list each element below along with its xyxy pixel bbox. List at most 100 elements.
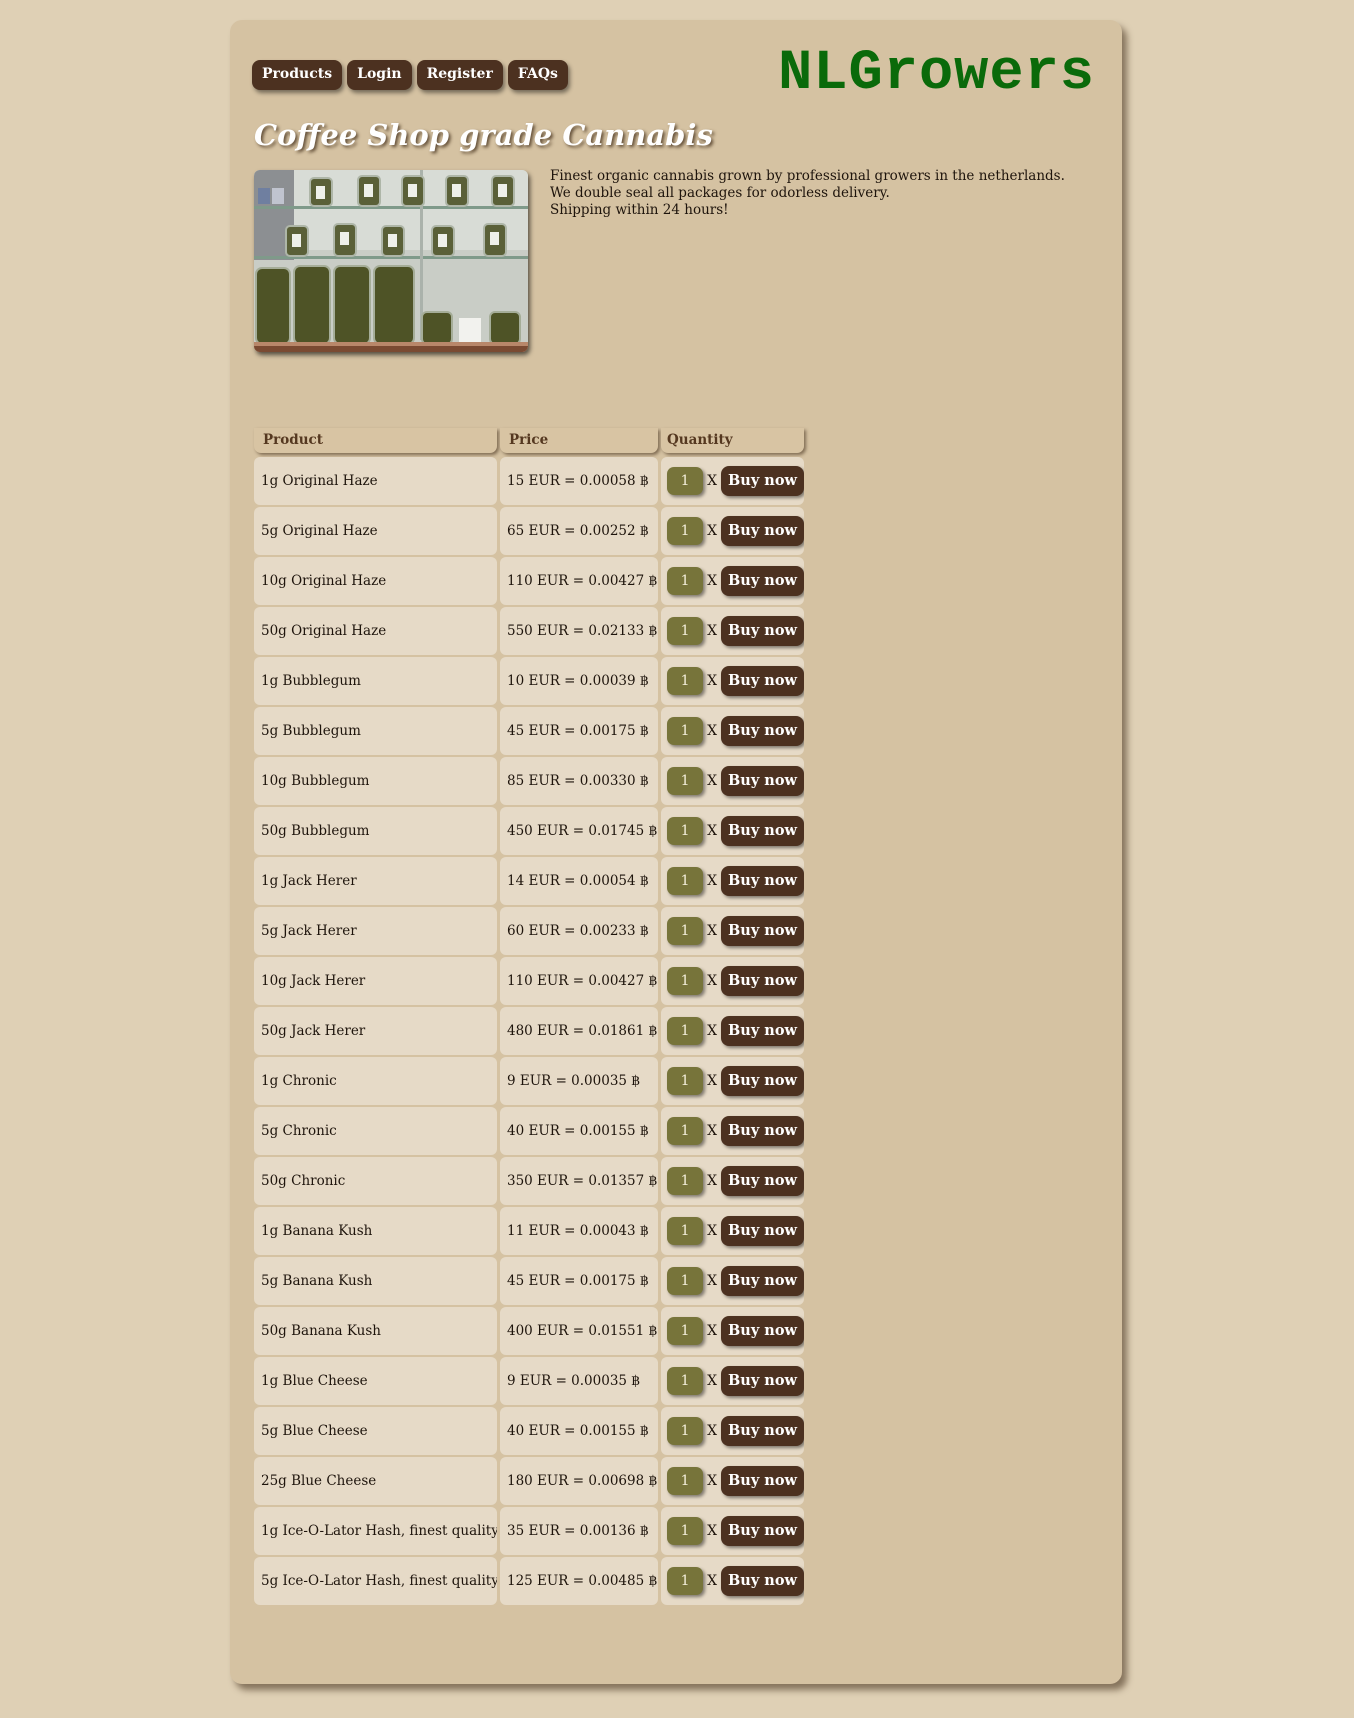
multiply-sign: X — [707, 923, 718, 939]
quantity-input[interactable]: 1 — [667, 867, 704, 895]
product-name: 50g Jack Herer — [254, 1007, 497, 1055]
buy-now-button[interactable]: Buy now — [721, 766, 804, 796]
product-name: 5g Ice-O-Lator Hash, finest quality — [254, 1557, 497, 1605]
product-price: 15 EUR = 0.00058 ฿ — [500, 457, 658, 505]
multiply-sign: X — [707, 873, 718, 889]
buy-now-button[interactable]: Buy now — [721, 1516, 804, 1546]
buy-now-button[interactable]: Buy now — [721, 916, 804, 946]
multiply-sign: X — [707, 1223, 718, 1239]
table-row: 1g Blue Cheese 9 EUR = 0.00035 ฿ 1 X Buy now — [254, 1357, 804, 1405]
buy-now-button[interactable]: Buy now — [721, 1366, 804, 1396]
table-body: 1g Original Haze 15 EUR = 0.00058 ฿ 1 X Buy … — [254, 457, 804, 1605]
product-name: 5g Bubblegum — [254, 707, 497, 755]
quantity-cell: 1 X Buy now — [661, 957, 804, 1005]
quantity-input[interactable]: 1 — [667, 917, 704, 945]
multiply-sign: X — [707, 1473, 718, 1489]
product-name: 1g Banana Kush — [254, 1207, 497, 1255]
product-name: 1g Original Haze — [254, 457, 497, 505]
product-name: 50g Banana Kush — [254, 1307, 497, 1355]
quantity-input[interactable]: 1 — [667, 667, 704, 695]
buy-now-button[interactable]: Buy now — [721, 1116, 804, 1146]
product-price: 125 EUR = 0.00485 ฿ — [500, 1557, 658, 1605]
product-price: 9 EUR = 0.00035 ฿ — [500, 1357, 658, 1405]
quantity-input[interactable]: 1 — [667, 1017, 704, 1045]
buy-now-button[interactable]: Buy now — [721, 716, 804, 746]
quantity-input[interactable]: 1 — [667, 567, 704, 595]
buy-now-button[interactable]: Buy now — [721, 1166, 804, 1196]
table-row: 10g Bubblegum 85 EUR = 0.00330 ฿ 1 X Buy now — [254, 757, 804, 805]
quantity-cell: 1 X Buy now — [661, 1207, 804, 1255]
buy-now-button[interactable]: Buy now — [721, 1416, 804, 1446]
quantity-input[interactable]: 1 — [667, 517, 704, 545]
buy-now-button[interactable]: Buy now — [721, 616, 804, 646]
nav-register-button[interactable]: Register — [416, 60, 503, 90]
buy-now-button[interactable]: Buy now — [721, 816, 804, 846]
quantity-input[interactable]: 1 — [667, 1117, 704, 1145]
multiply-sign: X — [707, 1523, 718, 1539]
product-price: 110 EUR = 0.00427 ฿ — [500, 957, 658, 1005]
quantity-input[interactable]: 1 — [667, 817, 704, 845]
buy-now-button[interactable]: Buy now — [721, 1466, 804, 1496]
top-nav: Products Login Register FAQs — [252, 60, 568, 90]
buy-now-button[interactable]: Buy now — [721, 866, 804, 896]
nav-login-button[interactable]: Login — [347, 60, 412, 90]
buy-now-button[interactable]: Buy now — [721, 1566, 804, 1596]
nav-products-button[interactable]: Products — [252, 60, 343, 90]
table-row: 50g Chronic 350 EUR = 0.01357 ฿ 1 X Buy now — [254, 1157, 804, 1205]
product-price: 480 EUR = 0.01861 ฿ — [500, 1007, 658, 1055]
buy-now-button[interactable]: Buy now — [721, 516, 804, 546]
buy-now-button[interactable]: Buy now — [721, 1316, 804, 1346]
table-row: 1g Jack Herer 14 EUR = 0.00054 ฿ 1 X Buy now — [254, 857, 804, 905]
buy-now-button[interactable]: Buy now — [721, 966, 804, 996]
quantity-input[interactable]: 1 — [667, 1167, 704, 1195]
buy-now-button[interactable]: Buy now — [721, 1016, 804, 1046]
quantity-cell: 1 X Buy now — [661, 857, 804, 905]
multiply-sign: X — [707, 1023, 718, 1039]
jars-shelf-image — [254, 170, 528, 352]
quantity-input[interactable]: 1 — [667, 1217, 704, 1245]
buy-now-button[interactable]: Buy now — [721, 1216, 804, 1246]
table-row: 1g Ice-O-Lator Hash, finest quality 35 EU… — [254, 1507, 804, 1555]
quantity-input[interactable]: 1 — [667, 1417, 704, 1445]
buy-now-button[interactable]: Buy now — [721, 1066, 804, 1096]
multiply-sign: X — [707, 623, 718, 639]
quantity-input[interactable]: 1 — [667, 467, 704, 495]
quantity-input[interactable]: 1 — [667, 1367, 704, 1395]
header-price: Price — [500, 428, 658, 453]
table-row: 5g Banana Kush 45 EUR = 0.00175 ฿ 1 X Buy no… — [254, 1257, 804, 1305]
quantity-input[interactable]: 1 — [667, 1317, 704, 1345]
quantity-cell: 1 X Buy now — [661, 1057, 804, 1105]
quantity-cell: 1 X Buy now — [661, 1157, 804, 1205]
product-name: 1g Blue Cheese — [254, 1357, 497, 1405]
quantity-input[interactable]: 1 — [667, 1067, 704, 1095]
quantity-cell: 1 X Buy now — [661, 907, 804, 955]
buy-now-button[interactable]: Buy now — [721, 666, 804, 696]
multiply-sign: X — [707, 773, 718, 789]
quantity-input[interactable]: 1 — [667, 967, 704, 995]
quantity-input[interactable]: 1 — [667, 617, 704, 645]
quantity-input[interactable]: 1 — [667, 717, 704, 745]
product-price: 9 EUR = 0.00035 ฿ — [500, 1057, 658, 1105]
quantity-input[interactable]: 1 — [667, 1467, 704, 1495]
shop-photo — [254, 170, 528, 352]
quantity-input[interactable]: 1 — [667, 1517, 704, 1545]
table-row: 1g Banana Kush 11 EUR = 0.00043 ฿ 1 X Buy no… — [254, 1207, 804, 1255]
multiply-sign: X — [707, 1073, 718, 1089]
quantity-input[interactable]: 1 — [667, 1267, 704, 1295]
site-logo[interactable]: NLGrowers — [778, 46, 1095, 103]
quantity-input[interactable]: 1 — [667, 767, 704, 795]
product-name: 5g Banana Kush — [254, 1257, 497, 1305]
multiply-sign: X — [707, 673, 718, 689]
quantity-cell: 1 X Buy now — [661, 807, 804, 855]
quantity-input[interactable]: 1 — [667, 1567, 704, 1595]
multiply-sign: X — [707, 1373, 718, 1389]
multiply-sign: X — [707, 973, 718, 989]
quantity-cell: 1 X Buy now — [661, 707, 804, 755]
table-row: 5g Bubblegum 45 EUR = 0.00175 ฿ 1 X Buy now — [254, 707, 804, 755]
buy-now-button[interactable]: Buy now — [721, 466, 804, 496]
buy-now-button[interactable]: Buy now — [721, 1266, 804, 1296]
products-table: Product Price Quantity 1g Original Haze 1… — [254, 428, 804, 1607]
buy-now-button[interactable]: Buy now — [721, 566, 804, 596]
nav-faqs-button[interactable]: FAQs — [507, 60, 568, 90]
header-quantity: Quantity — [661, 428, 804, 453]
